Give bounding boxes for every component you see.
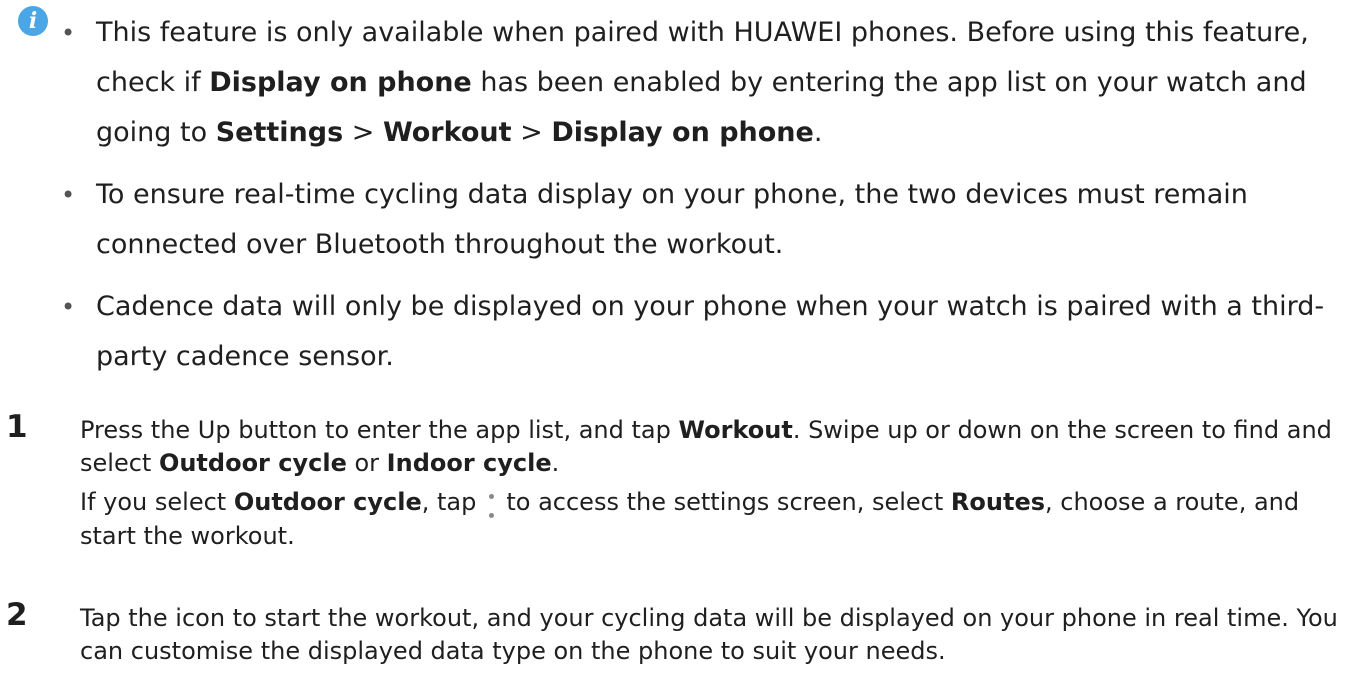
bullet: • — [61, 293, 76, 321]
step-number: 2 — [6, 597, 28, 633]
note-item-3: • Cadence data will only be displayed on… — [61, 282, 1346, 382]
step-2: 2 Tap the icon to start the workout, and… — [6, 599, 1350, 668]
step-1: 1 Press the Up button to enter the app l… — [6, 411, 1350, 553]
step-number: 1 — [6, 409, 28, 445]
step-2-text: Tap the icon to start the workout, and y… — [80, 604, 1338, 665]
step-1-text: Press the Up button to enter the app lis… — [80, 416, 1332, 477]
bullet: • — [61, 181, 76, 209]
note-item-2: • To ensure real-time cycling data displ… — [61, 170, 1346, 270]
step-1-subtext: If you select Outdoor cycle, tap to acces… — [80, 488, 1300, 550]
more-vertical-icon — [484, 492, 498, 520]
note-item-1: • This feature is only available when pa… — [61, 8, 1346, 158]
bullet: • — [61, 19, 76, 47]
info-icon: i — [18, 6, 48, 36]
